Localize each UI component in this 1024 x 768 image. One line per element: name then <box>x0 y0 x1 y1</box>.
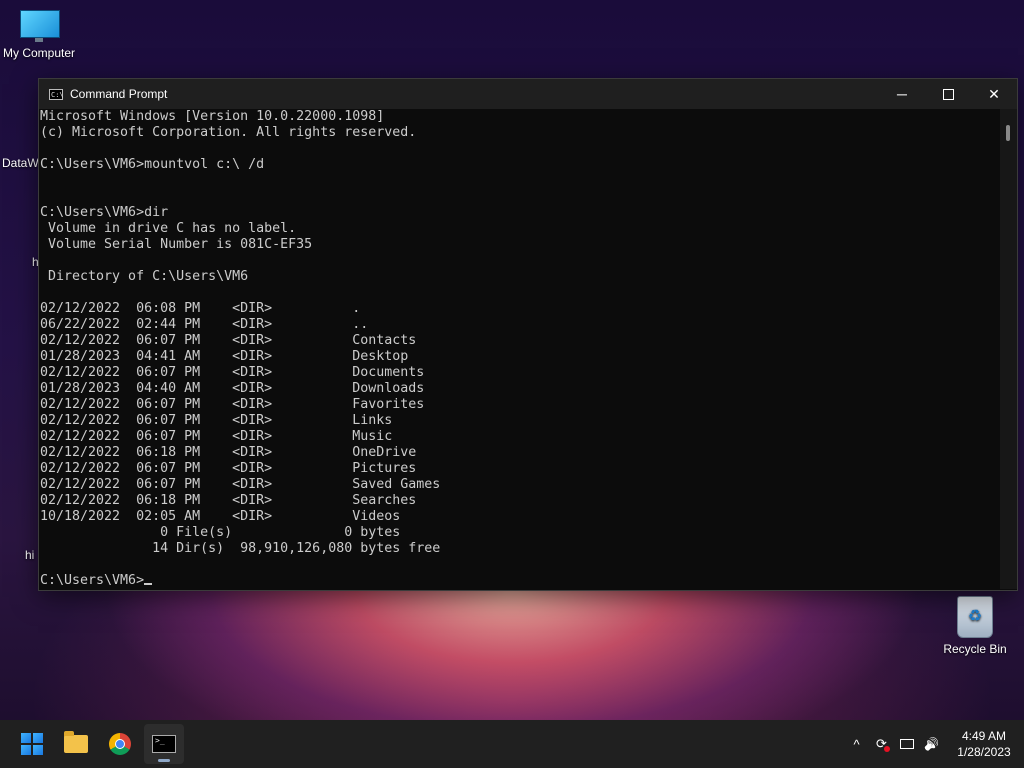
console-line: 02/12/2022 06:18 PM <DIR> Searches <box>40 493 417 508</box>
volume-button[interactable]: 🔊 <box>919 720 944 768</box>
close-icon: ✕ <box>988 85 1000 102</box>
console-line: C:\Users\VM6>dir <box>40 205 169 220</box>
clock-date: 1/28/2023 <box>957 745 1011 759</box>
show-hidden-icons-button[interactable]: ^ <box>844 720 869 768</box>
windows-logo-icon <box>21 733 43 755</box>
console-line: 0 File(s) 0 bytes <box>40 525 401 540</box>
console-output[interactable]: Microsoft Windows [Version 10.0.22000.10… <box>40 109 998 589</box>
title-bar[interactable]: C:\ Command Prompt ─ ✕ <box>39 79 1017 109</box>
command-prompt-window[interactable]: C:\ Command Prompt ─ ✕ Microsoft Windows… <box>38 78 1018 591</box>
window-title: Command Prompt <box>70 87 168 101</box>
console-line: C:\Users\VM6>mountvol c:\ /d <box>40 157 265 172</box>
terminal-icon: >_ <box>152 735 176 753</box>
sync-status-button[interactable]: ⟳ <box>869 720 894 768</box>
console-prompt: C:\Users\VM6> <box>40 573 145 588</box>
start-button[interactable] <box>12 724 52 764</box>
console-line: 02/12/2022 06:07 PM <DIR> Links <box>40 413 393 428</box>
console-line: Microsoft Windows [Version 10.0.22000.10… <box>40 109 385 124</box>
monitor-icon <box>18 8 60 42</box>
recycle-bin-label: Recycle Bin <box>943 642 1007 656</box>
console-line: 02/12/2022 06:07 PM <DIR> Saved Games <box>40 477 441 492</box>
clock[interactable]: 4:49 AM 1/28/2023 <box>944 728 1024 760</box>
command-prompt-taskbar-button[interactable]: >_ <box>144 724 184 764</box>
console-line: Directory of C:\Users\VM6 <box>40 269 249 284</box>
console-line: (c) Microsoft Corporation. All rights re… <box>40 125 417 140</box>
console-line: 02/12/2022 06:07 PM <DIR> Contacts <box>40 333 417 348</box>
console-line: 02/12/2022 06:07 PM <DIR> Music <box>40 429 393 444</box>
trash-icon: ♻ <box>957 596 993 638</box>
console-line: 02/12/2022 06:07 PM <DIR> Favorites <box>40 397 425 412</box>
network-icon <box>899 739 914 749</box>
folder-icon <box>64 731 88 753</box>
taskbar: >_ ^ ⟳ 🔊 4:49 AM 1/28/2023 <box>0 720 1024 768</box>
file-explorer-button[interactable] <box>56 724 96 764</box>
network-button[interactable] <box>894 720 919 768</box>
datawrapper-shortcut-label[interactable]: DataW <box>2 156 39 170</box>
archive-shortcut-label[interactable]: hi <box>25 548 34 562</box>
console-lines: Microsoft Windows [Version 10.0.22000.10… <box>40 109 998 573</box>
vertical-scrollbar[interactable] <box>1000 109 1017 589</box>
maximize-icon <box>942 88 954 100</box>
console-prompt-line[interactable]: C:\Users\VM6> <box>40 573 998 589</box>
close-button[interactable]: ✕ <box>971 79 1017 109</box>
recycle-bin-icon[interactable]: ♻ Recycle Bin <box>938 596 1012 656</box>
console-line: 02/12/2022 06:18 PM <DIR> OneDrive <box>40 445 417 460</box>
console-line: 06/22/2022 02:44 PM <DIR> .. <box>40 317 369 332</box>
my-computer-icon[interactable]: My Computer <box>0 8 78 60</box>
text-cursor <box>144 583 153 585</box>
console-line: 02/12/2022 06:07 PM <DIR> Documents <box>40 365 425 380</box>
console-line: Volume in drive C has no label. <box>40 221 297 236</box>
scrollbar-thumb[interactable] <box>1006 125 1010 141</box>
minimize-button[interactable]: ─ <box>879 79 925 109</box>
console-line: 10/18/2022 02:05 AM <DIR> Videos <box>40 509 401 524</box>
console-line: 02/12/2022 06:08 PM <DIR> . <box>40 301 361 316</box>
console-line: 02/12/2022 06:07 PM <DIR> Pictures <box>40 461 417 476</box>
minimize-icon: ─ <box>897 86 907 102</box>
cmd-app-icon: C:\ <box>49 88 64 100</box>
console-line: 01/28/2023 04:41 AM <DIR> Desktop <box>40 349 409 364</box>
console-line: 14 Dir(s) 98,910,126,080 bytes free <box>40 541 441 556</box>
sync-icon: ⟳ <box>876 736 890 752</box>
console-line: Volume Serial Number is 081C-EF35 <box>40 237 313 252</box>
chrome-button[interactable] <box>100 724 140 764</box>
system-tray: ^ ⟳ 🔊 4:49 AM 1/28/2023 <box>844 720 1024 768</box>
my-computer-label: My Computer <box>2 46 76 60</box>
chrome-icon <box>109 733 131 755</box>
console-line: 01/28/2023 04:40 AM <DIR> Downloads <box>40 381 425 396</box>
speaker-icon: 🔊 <box>924 737 939 751</box>
maximize-button[interactable] <box>925 79 971 109</box>
clock-time: 4:49 AM <box>961 729 1007 743</box>
chevron-up-icon: ^ <box>853 736 860 752</box>
